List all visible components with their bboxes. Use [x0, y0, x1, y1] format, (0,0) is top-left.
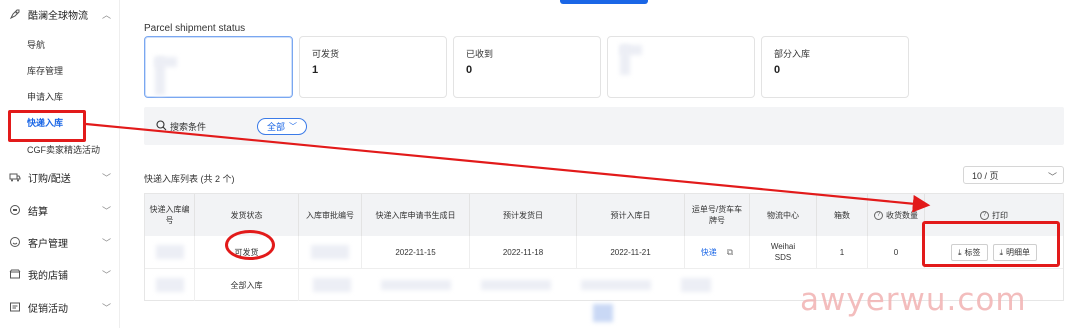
annotation-arrow	[85, 122, 931, 213]
watermark-text: awyerwu.com	[800, 282, 1027, 318]
redacted-block	[593, 304, 613, 322]
